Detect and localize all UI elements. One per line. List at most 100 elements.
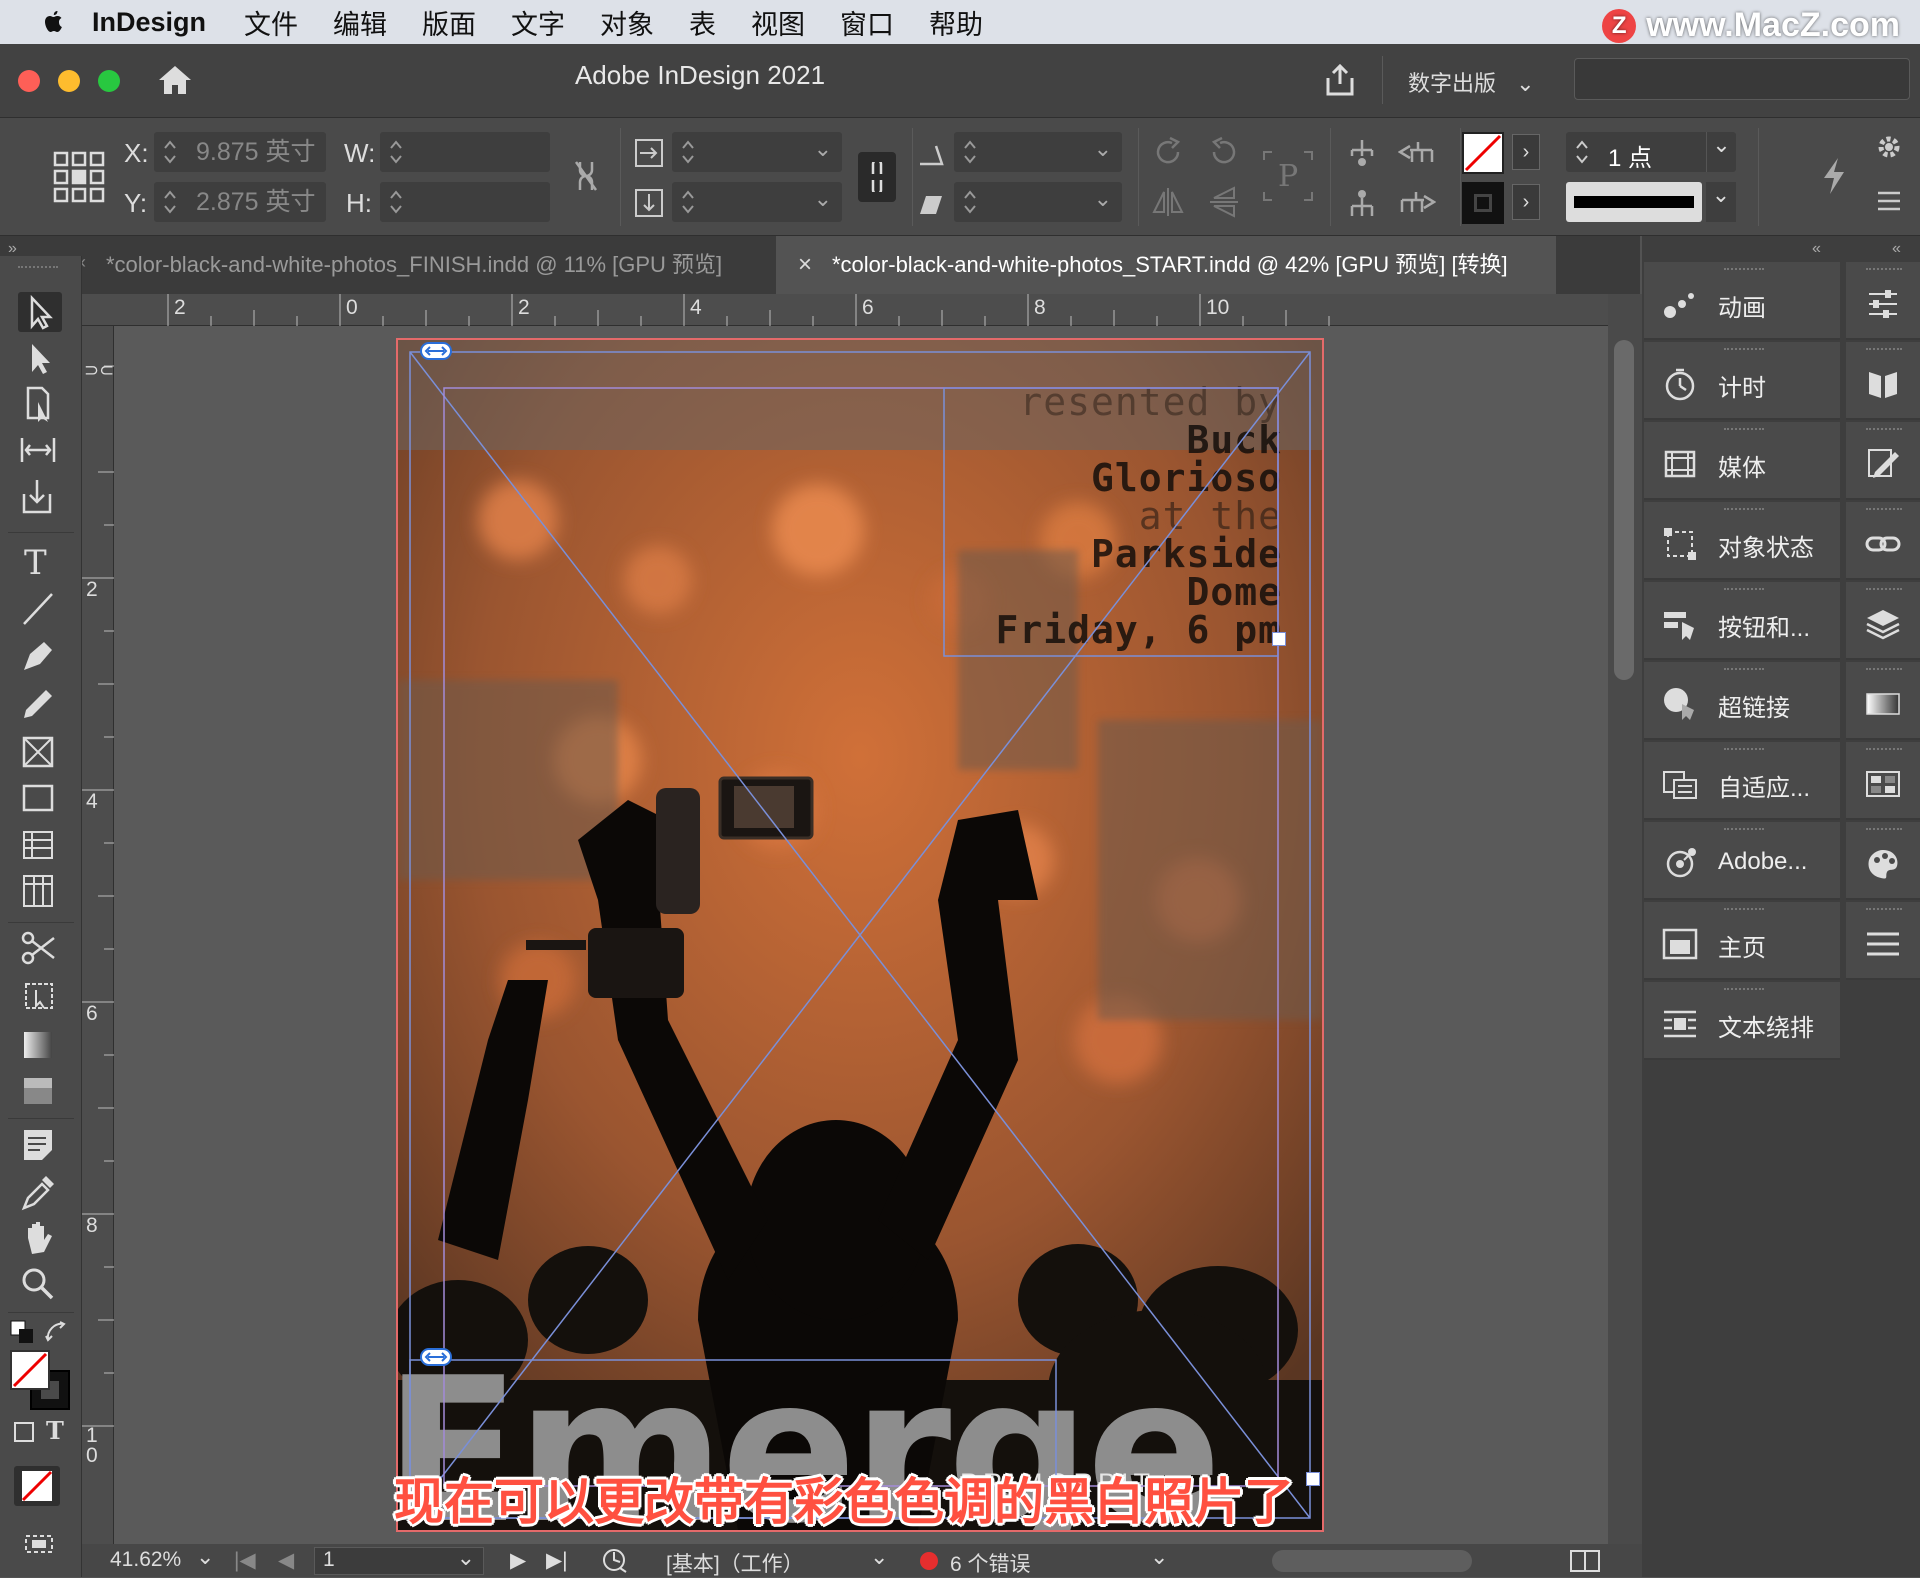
- rotation-angle-icon[interactable]: [918, 142, 944, 166]
- page-tool[interactable]: [18, 384, 62, 424]
- panel-cc-libraries-icon-button[interactable]: [1846, 422, 1920, 500]
- rotate-clockwise-icon[interactable]: [1150, 134, 1186, 170]
- fill-swatch-menu-button[interactable]: ›: [1512, 134, 1540, 170]
- panel-adobe-connect[interactable]: Adobe...: [1644, 822, 1840, 900]
- note-tool[interactable]: [18, 1124, 62, 1164]
- workspace-switcher[interactable]: 数字出版 ⌄: [1408, 66, 1535, 98]
- pasteboard[interactable]: resented by Buck Glorioso at the Parksid…: [114, 326, 1608, 1544]
- stroke-type-selector[interactable]: [1566, 182, 1702, 222]
- scale-x-dropdown[interactable]: ⌄: [672, 132, 842, 172]
- menu-window[interactable]: 窗口: [840, 3, 894, 42]
- rectangle-frame-tool[interactable]: [18, 732, 62, 772]
- gradient-feather-tool[interactable]: [18, 1070, 62, 1110]
- stepper-icon[interactable]: [1574, 138, 1590, 166]
- preflight-clock-icon[interactable]: [602, 1548, 628, 1574]
- horizontal-scrollbar-thumb[interactable]: [1272, 1550, 1472, 1572]
- free-transform-tool[interactable]: [18, 976, 62, 1016]
- menu-table[interactable]: 表: [689, 3, 716, 42]
- apply-none-button[interactable]: [14, 1466, 60, 1506]
- preflight-profile[interactable]: [基本]（工作）: [666, 1548, 804, 1578]
- search-input[interactable]: [1574, 58, 1910, 100]
- gear-icon[interactable]: [1876, 134, 1902, 160]
- text-frame-out-port[interactable]: [1306, 1472, 1320, 1486]
- formatting-container-icon[interactable]: [14, 1422, 34, 1442]
- line-tool[interactable]: [18, 588, 62, 628]
- select-container-icon[interactable]: [1346, 138, 1378, 170]
- stepper-icon[interactable]: [388, 188, 404, 216]
- screen-mode-icon[interactable]: [22, 1526, 58, 1556]
- formatting-text-icon[interactable]: T: [46, 1416, 64, 1445]
- panel-liquid-layout[interactable]: 自适应...: [1644, 742, 1840, 820]
- panel-animation[interactable]: 动画: [1644, 262, 1840, 340]
- default-fill-stroke-icon[interactable]: [10, 1320, 34, 1344]
- stroke-weight-dropdown[interactable]: ⌄: [1706, 132, 1736, 172]
- rotation-dropdown[interactable]: ⌄: [954, 132, 1122, 172]
- tab-start-document[interactable]: × *color-black-and-white-photos_START.in…: [776, 236, 1556, 294]
- link-badge-icon[interactable]: [420, 342, 452, 360]
- rectangle-tool[interactable]: [18, 778, 62, 818]
- menu-object[interactable]: 对象: [600, 3, 654, 42]
- stroke-swatch-black[interactable]: [1462, 182, 1504, 224]
- split-view-icon[interactable]: [1570, 1550, 1600, 1572]
- constrain-scale-button[interactable]: [858, 152, 896, 202]
- panel-pages-icon-button[interactable]: [1846, 342, 1920, 420]
- selection-tool[interactable]: [18, 292, 62, 332]
- fill-swatch-none[interactable]: [1462, 132, 1504, 174]
- document-page[interactable]: resented by Buck Glorioso at the Parksid…: [398, 340, 1322, 1530]
- last-page-icon[interactable]: ▶|: [546, 1548, 568, 1573]
- menu-view[interactable]: 视图: [751, 3, 805, 42]
- select-previous-icon[interactable]: [1398, 138, 1436, 170]
- panel-color-icon-button[interactable]: [1846, 822, 1920, 900]
- menu-edit[interactable]: 编辑: [333, 3, 387, 42]
- panel-hyperlinks[interactable]: 超链接: [1644, 662, 1840, 740]
- constrain-proportions-icon[interactable]: [572, 158, 600, 194]
- y-position-field[interactable]: 2.875 英寸: [154, 182, 326, 222]
- panel-menu-icon[interactable]: [1876, 190, 1902, 212]
- menu-help[interactable]: 帮助: [929, 3, 983, 42]
- link-badge-icon[interactable]: [420, 1348, 452, 1366]
- panel-swatches-icon-button[interactable]: [1846, 742, 1920, 820]
- menu-layout[interactable]: 版面: [422, 3, 476, 42]
- app-menu[interactable]: InDesign: [92, 7, 206, 38]
- stroke-type-dropdown[interactable]: ⌄: [1706, 182, 1736, 222]
- select-next-icon[interactable]: [1398, 188, 1436, 220]
- close-tab-icon[interactable]: ×: [798, 236, 812, 294]
- rotate-counterclockwise-icon[interactable]: [1206, 134, 1242, 170]
- scale-x-icon[interactable]: [634, 138, 664, 168]
- collapse-panels-icon[interactable]: «: [1812, 240, 1821, 258]
- flip-horizontal-icon[interactable]: [1150, 184, 1186, 220]
- zoom-level[interactable]: 41.62%: [110, 1548, 181, 1572]
- text-frame-overflow-port[interactable]: [1272, 632, 1286, 646]
- reference-point-icon[interactable]: [52, 150, 106, 204]
- next-page-icon[interactable]: ▶: [510, 1548, 526, 1573]
- flip-vertical-icon[interactable]: [1206, 184, 1242, 220]
- chevron-down-icon[interactable]: ⌄: [1150, 1544, 1168, 1570]
- collapse-side-panels-icon[interactable]: «: [1892, 240, 1901, 258]
- share-icon[interactable]: [1322, 62, 1358, 98]
- gap-tool[interactable]: [18, 430, 62, 470]
- scissors-tool[interactable]: [18, 928, 62, 968]
- width-field[interactable]: [380, 132, 550, 172]
- shear-dropdown[interactable]: ⌄: [954, 182, 1122, 222]
- zoom-tool[interactable]: [18, 1264, 62, 1304]
- panel-media[interactable]: 媒体: [1644, 422, 1840, 500]
- panel-timing[interactable]: 计时: [1644, 342, 1840, 420]
- panel-menu-icon-button[interactable]: [1846, 902, 1920, 980]
- stepper-icon[interactable]: [388, 138, 404, 166]
- menu-file[interactable]: 文件: [244, 3, 298, 42]
- quick-apply-lightning-icon[interactable]: [1820, 156, 1848, 196]
- table-tool[interactable]: [18, 824, 62, 864]
- stepper-icon[interactable]: [162, 188, 178, 216]
- first-page-icon[interactable]: |◀: [234, 1548, 256, 1573]
- horizontal-ruler[interactable]: 2 0 2 4 6 8 10: [82, 294, 1608, 326]
- tab-finish-document[interactable]: *color-black-and-white-photos_FINISH.ind…: [96, 236, 772, 294]
- stroke-swatch-menu-button[interactable]: ›: [1512, 184, 1540, 220]
- direct-selection-tool[interactable]: [18, 338, 62, 378]
- height-field[interactable]: [380, 182, 550, 222]
- pen-tool[interactable]: [18, 636, 62, 676]
- column-table-tool[interactable]: [18, 870, 62, 910]
- shear-angle-icon[interactable]: [918, 192, 944, 216]
- scale-y-dropdown[interactable]: ⌄: [672, 182, 842, 222]
- zoom-dropdown-icon[interactable]: ⌄: [196, 1544, 214, 1570]
- vertical-ruler[interactable]: ⊃⊂ 2 4 6 8 1 0: [82, 326, 114, 1544]
